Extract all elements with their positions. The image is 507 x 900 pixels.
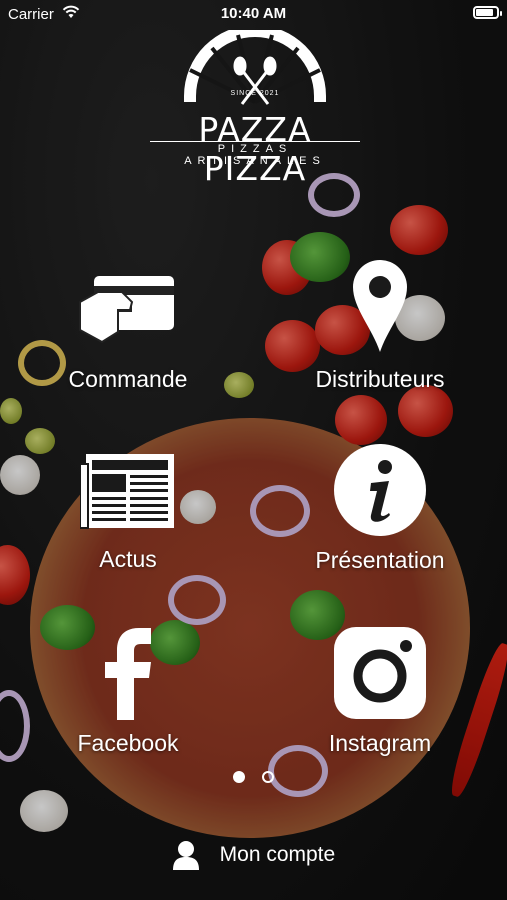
clock: 10:40 AM	[220, 5, 287, 22]
brand-logo: SINCE 2021 PAZZA PIZZA PIZZAS ARTISANALE…	[150, 30, 360, 188]
page-dot-active[interactable]	[233, 771, 246, 783]
page-dot[interactable]	[261, 771, 274, 783]
menu-instagram[interactable]: Instagram	[280, 626, 480, 756]
instagram-icon	[334, 627, 426, 719]
account-button[interactable]: Mon compte	[0, 840, 507, 870]
battery-icon	[473, 6, 502, 19]
user-icon	[172, 841, 199, 870]
newspaper-icon	[80, 454, 174, 529]
account-label: Mon compte	[219, 843, 336, 866]
menu-facebook[interactable]: Facebook	[28, 628, 228, 758]
menu-actus[interactable]: Actus	[28, 452, 228, 582]
map-pin-icon	[353, 260, 407, 352]
facebook-icon	[105, 628, 151, 720]
menu-distributeurs[interactable]: Distributeurs	[280, 258, 480, 392]
info-icon	[334, 444, 426, 536]
menu-presentation[interactable]: Présentation	[280, 443, 480, 573]
page-indicator[interactable]	[0, 770, 507, 788]
menu-distributeurs-label: Distributeurs	[315, 366, 445, 392]
menu-commande-label: Commande	[68, 366, 188, 392]
menu-commande[interactable]: Commande	[28, 272, 228, 402]
brand-tagline: PIZZAS ARTISANALES	[150, 141, 360, 167]
menu-presentation-label: Présentation	[315, 547, 445, 573]
since-label: SINCE 2021	[230, 90, 280, 97]
status-bar: Carrier 10:40 AM	[0, 0, 507, 28]
menu-instagram-label: Instagram	[328, 730, 432, 756]
menu-actus-label: Actus	[99, 546, 157, 572]
card-payment-icon	[79, 276, 174, 344]
menu-facebook-label: Facebook	[77, 730, 179, 756]
